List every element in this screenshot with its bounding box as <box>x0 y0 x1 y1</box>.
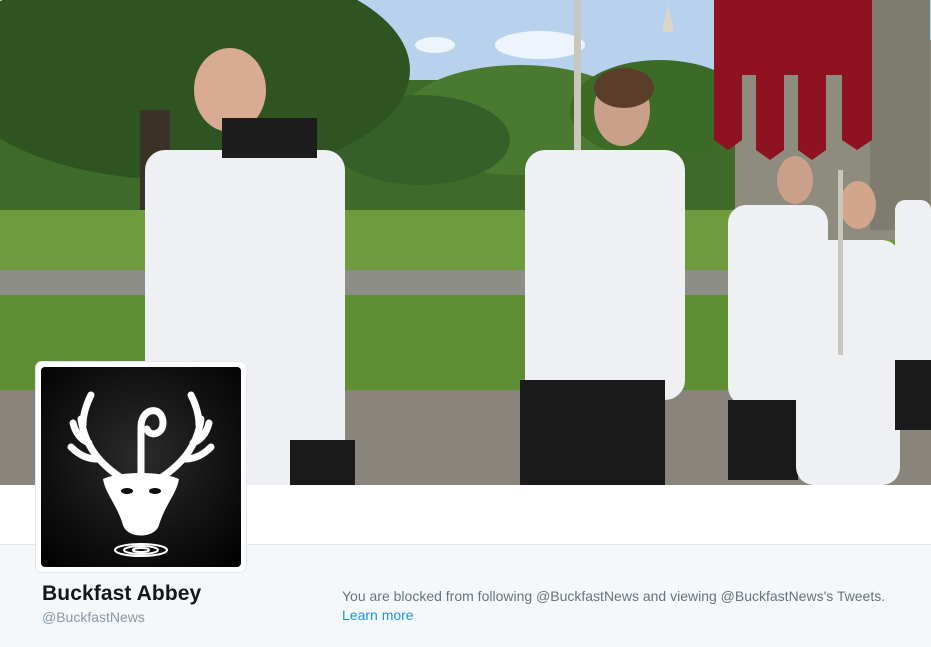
learn-more-link[interactable]: Learn more <box>342 606 912 625</box>
stag-crozier-logo-icon <box>67 391 215 557</box>
profile-display-name[interactable]: Buckfast Abbey <box>42 582 201 606</box>
profile-screen-name[interactable]: @BuckfastNews <box>42 609 145 625</box>
blocked-notice: You are blocked from following @Buckfast… <box>342 587 912 625</box>
profile-avatar[interactable] <box>36 362 246 572</box>
blocked-notice-text: You are blocked from following @Buckfast… <box>342 588 886 604</box>
avatar-image <box>41 367 241 567</box>
